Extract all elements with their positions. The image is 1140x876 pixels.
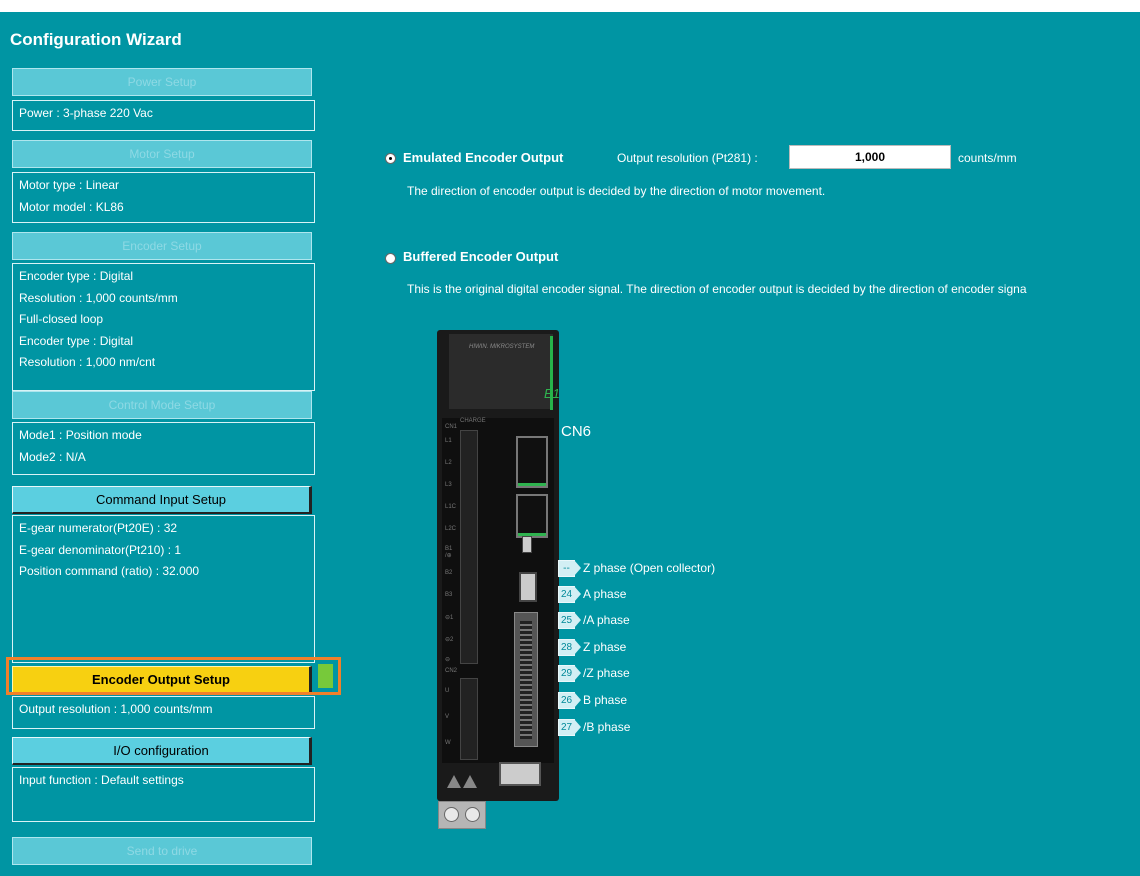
info-line: Motor type : Linear xyxy=(19,178,120,192)
info-line: Resolution : 1,000 counts/mm xyxy=(19,290,178,305)
pin-tag: -- xyxy=(558,560,581,577)
pin-label: /B phase xyxy=(583,720,631,734)
buffered-description: This is the original digital encoder sig… xyxy=(407,282,1027,296)
command-input-info: E-gear numerator(Pt20E) : 32 E-gear deno… xyxy=(12,515,315,663)
highlight-box xyxy=(6,657,341,695)
cn3-ethernet-port xyxy=(516,436,548,488)
info-line: Resolution : 1,000 nm/cnt xyxy=(19,355,156,369)
terminal-label: ⊖ xyxy=(445,657,451,663)
info-line: Position command (ratio) : 32.000 xyxy=(19,564,200,578)
info-line: Mode1 : Position mode xyxy=(19,428,142,442)
encoder-setup-info: Encoder type : Digital Resolution : 1,00… xyxy=(12,263,315,391)
terminal-label: L1 xyxy=(445,438,452,444)
pin-number: 26 xyxy=(558,692,575,709)
motor-setup-info: Motor type : Linear Motor model : KL86 xyxy=(12,172,315,223)
screw-icon xyxy=(444,807,459,822)
pin-label: /Z phase xyxy=(583,666,630,680)
wizard-window: Configuration Wizard Power Setup Power :… xyxy=(0,12,1140,876)
info-line: Input function : Default settings xyxy=(19,773,184,787)
terminal-label: L3 xyxy=(445,482,452,488)
power-setup-info: Power : 3-phase 220 Vac xyxy=(12,100,315,131)
pin-tag: 27 xyxy=(558,719,581,736)
pin-number: 27 xyxy=(558,719,575,736)
pin-label: Z phase xyxy=(583,640,627,654)
info-line: E-gear denominator(Pt210) : 1 xyxy=(19,542,182,557)
command-input-setup-button[interactable]: Command Input Setup xyxy=(12,486,312,514)
power-setup-button[interactable]: Power Setup xyxy=(12,68,312,96)
terminal-label: W xyxy=(445,740,451,746)
drive-brand-logo: HIWIN. MIKROSYSTEM xyxy=(469,344,535,350)
info-line: Output resolution : 1,000 counts/mm xyxy=(19,702,213,716)
terminal-label: ⊖1 xyxy=(445,615,454,621)
control-mode-setup-button[interactable]: Control Mode Setup xyxy=(12,391,312,419)
pin-label: /A phase xyxy=(583,613,630,627)
terminal-label: L2C xyxy=(445,526,457,532)
cn6-connector xyxy=(514,612,538,747)
info-line: Motor model : KL86 xyxy=(19,199,124,214)
pin-tag: 26 xyxy=(558,692,581,709)
send-to-drive-button[interactable]: Send to drive xyxy=(12,837,312,865)
terminal-label: V xyxy=(445,714,450,720)
pin-number: 29 xyxy=(558,665,575,682)
info-line: Encoder type : Digital xyxy=(19,333,134,348)
pin-number: 24 xyxy=(558,586,575,603)
terminal-label: L2 xyxy=(445,460,452,466)
motor-terminal-block xyxy=(460,678,478,760)
output-resolution-label: Output resolution (Pt281) : xyxy=(617,151,758,165)
pin-tag: 25 xyxy=(558,612,581,629)
buffered-encoder-label[interactable]: Buffered Encoder Output xyxy=(403,249,558,264)
screw-icon xyxy=(465,807,480,822)
terminal-label: B1 /⊕ xyxy=(445,546,453,559)
info-line: E-gear numerator(Pt20E) : 32 xyxy=(19,521,178,535)
terminal-label: B3 xyxy=(445,592,453,598)
cn6-label: CN6 xyxy=(561,423,592,440)
pin-label: B phase xyxy=(583,693,628,707)
emulated-description: The direction of encoder output is decid… xyxy=(407,184,826,198)
buffered-encoder-radio[interactable] xyxy=(385,253,396,264)
info-line: Power : 3-phase 220 Vac xyxy=(19,106,153,120)
pin-tag: 29 xyxy=(558,665,581,682)
pin-tag: 28 xyxy=(558,639,581,656)
cn1-label: CN1 xyxy=(445,424,458,430)
cn3-ethernet-port-2 xyxy=(516,494,548,538)
pin-number: 28 xyxy=(558,639,575,656)
io-configuration-button[interactable]: I/O configuration xyxy=(12,737,312,765)
terminal-label: L1C xyxy=(445,504,457,510)
terminal-label: B2 xyxy=(445,570,453,576)
emulated-encoder-label[interactable]: Emulated Encoder Output xyxy=(403,150,563,165)
charge-label: CHARGE xyxy=(460,418,486,424)
motor-setup-button[interactable]: Motor Setup xyxy=(12,140,312,168)
power-terminal-block xyxy=(460,430,478,664)
warning-icon xyxy=(463,775,477,788)
info-line: Full-closed loop xyxy=(19,312,104,326)
pin-number: 25 xyxy=(558,612,575,629)
pin-tag: 24 xyxy=(558,586,581,603)
cn2-label: CN2 xyxy=(445,668,458,674)
warning-icon xyxy=(447,775,461,788)
output-resolution-input[interactable] xyxy=(789,145,951,169)
terminal-label: U xyxy=(445,688,450,694)
pin-label: Z phase (Open collector) xyxy=(583,561,716,575)
terminal-label: ⊖2 xyxy=(445,637,454,643)
info-line: Mode2 : N/A xyxy=(19,449,86,464)
info-line: Encoder type : Digital xyxy=(19,269,134,283)
wizard-title: Configuration Wizard xyxy=(10,30,182,49)
emulated-encoder-radio[interactable] xyxy=(385,153,396,164)
cn7-port xyxy=(499,762,541,786)
pin-number: -- xyxy=(558,560,575,577)
io-configuration-info: Input function : Default settings xyxy=(12,767,315,822)
encoder-output-info: Output resolution : 1,000 counts/mm xyxy=(12,696,315,729)
cn4-port xyxy=(519,572,537,602)
pin-label: A phase xyxy=(583,587,627,601)
drive-status-strip xyxy=(550,336,553,410)
control-mode-info: Mode1 : Position mode Mode2 : N/A xyxy=(12,422,315,475)
drive-ground-bracket xyxy=(438,801,486,829)
drive-front-panel: HIWIN. MIKROSYSTEM E1 xyxy=(449,334,560,409)
resolution-unit: counts/mm xyxy=(958,151,1017,165)
encoder-setup-button[interactable]: Encoder Setup xyxy=(12,232,312,260)
usb-port xyxy=(522,536,532,553)
servo-drive-image: HIWIN. MIKROSYSTEM E1 CN1 CHARGE L1 L2 L… xyxy=(437,330,560,801)
